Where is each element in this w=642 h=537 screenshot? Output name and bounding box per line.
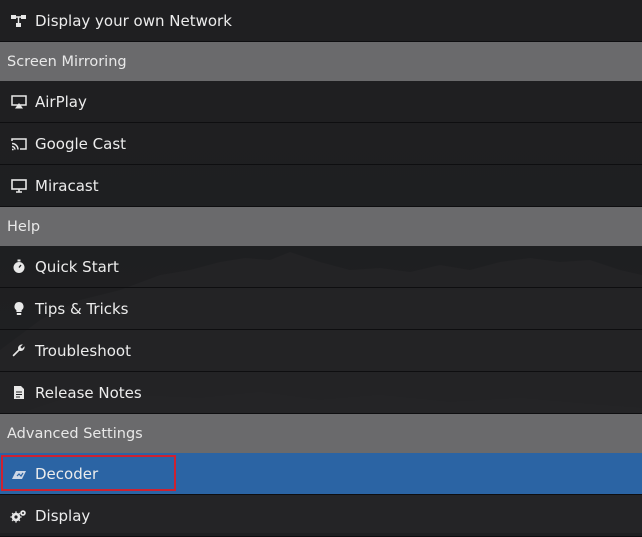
menu-item-decoder[interactable]: Decoder bbox=[0, 453, 642, 495]
decoder-icon bbox=[10, 466, 27, 482]
section-title: Advanced Settings bbox=[7, 425, 143, 442]
menu-item-label: Display bbox=[35, 506, 91, 525]
menu-item-label: Decoder bbox=[35, 464, 99, 483]
menu-item-quick-start[interactable]: Quick Start bbox=[0, 246, 642, 288]
menu-item-airplay[interactable]: AirPlay bbox=[0, 81, 642, 123]
menu-item-display[interactable]: Display bbox=[0, 495, 642, 537]
menu-item-label: Tips & Tricks bbox=[35, 299, 129, 318]
menu-item-google-cast[interactable]: Google Cast bbox=[0, 123, 642, 165]
lightbulb-icon bbox=[10, 301, 27, 317]
menu-item-label: Display your own Network bbox=[35, 11, 232, 30]
menu-item-label: Google Cast bbox=[35, 134, 127, 153]
stopwatch-icon bbox=[10, 259, 27, 275]
wrench-icon bbox=[10, 343, 27, 359]
menu-item-label: Quick Start bbox=[35, 257, 119, 276]
menu-item-label: AirPlay bbox=[35, 92, 87, 111]
menu-item-label: Release Notes bbox=[35, 383, 142, 402]
document-icon bbox=[10, 385, 27, 401]
gears-icon bbox=[10, 508, 27, 524]
section-title: Screen Mirroring bbox=[7, 53, 127, 70]
airplay-icon bbox=[10, 94, 27, 110]
menu-item-label: Miracast bbox=[35, 176, 99, 195]
menu-item-label: Troubleshoot bbox=[35, 341, 131, 360]
section-header-help: Help bbox=[0, 207, 642, 246]
section-header-screen-mirroring: Screen Mirroring bbox=[0, 42, 642, 81]
menu-item-tips-tricks[interactable]: Tips & Tricks bbox=[0, 288, 642, 330]
menu-item-release-notes[interactable]: Release Notes bbox=[0, 372, 642, 414]
section-title: Help bbox=[7, 218, 41, 235]
menu-item-troubleshoot[interactable]: Troubleshoot bbox=[0, 330, 642, 372]
settings-menu: Display your own Network Screen Mirrorin… bbox=[0, 0, 642, 537]
network-icon bbox=[10, 13, 27, 29]
menu-item-network[interactable]: Display your own Network bbox=[0, 0, 642, 42]
monitor-icon bbox=[10, 178, 27, 194]
menu-item-miracast[interactable]: Miracast bbox=[0, 165, 642, 207]
section-header-advanced-settings: Advanced Settings bbox=[0, 414, 642, 453]
cast-icon bbox=[10, 136, 27, 152]
